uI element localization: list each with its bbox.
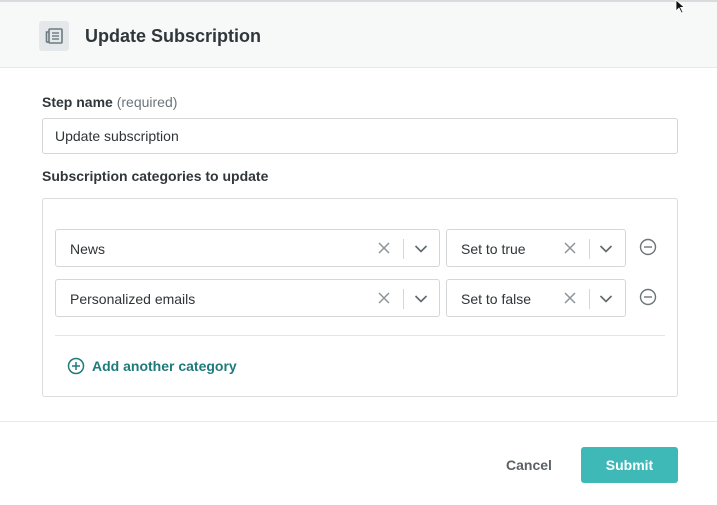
category-select-value: Personalized emails	[70, 291, 196, 307]
clear-icon[interactable]	[563, 241, 577, 255]
categories-box: News Set to true Personalized emails Set…	[42, 198, 678, 397]
update-subscription-modal: Update Subscription Step name (required)…	[0, 0, 717, 505]
chevron-down-icon[interactable]	[599, 292, 613, 306]
step-name-label: Step name (required)	[42, 94, 177, 110]
remove-row-icon[interactable]	[639, 238, 657, 256]
categories-label: Subscription categories to update	[42, 168, 269, 184]
step-name-label-text: Step name	[42, 94, 113, 110]
plus-circle-icon	[67, 357, 85, 375]
category-select-value: News	[70, 241, 106, 257]
chevron-down-icon[interactable]	[599, 242, 613, 256]
clear-icon[interactable]	[563, 291, 577, 305]
step-name-input[interactable]	[42, 118, 678, 154]
add-category-button[interactable]: Add another category	[67, 356, 237, 376]
select-separator	[589, 239, 590, 259]
cancel-button[interactable]: Cancel	[493, 447, 565, 483]
newspaper-icon	[39, 21, 69, 51]
modal-title: Update Subscription	[85, 26, 262, 46]
divider	[55, 335, 665, 336]
category-select-news[interactable]: News	[55, 229, 440, 267]
select-separator	[403, 239, 404, 259]
action-select-value: Set to false	[461, 291, 532, 307]
chevron-down-icon[interactable]	[414, 242, 428, 256]
select-separator	[403, 289, 404, 309]
modal-header: Update Subscription	[0, 0, 717, 68]
category-select-personalized-emails[interactable]: Personalized emails	[55, 279, 440, 317]
footer-divider	[0, 421, 717, 422]
clear-icon[interactable]	[377, 241, 391, 255]
action-select-personalized-emails[interactable]: Set to false	[446, 279, 626, 317]
clear-icon[interactable]	[377, 291, 391, 305]
required-hint: (required)	[116, 94, 178, 110]
chevron-down-icon[interactable]	[414, 292, 428, 306]
add-category-label: Add another category	[92, 358, 237, 374]
remove-row-icon[interactable]	[639, 288, 657, 306]
submit-button[interactable]: Submit	[581, 447, 678, 483]
action-select-news[interactable]: Set to true	[446, 229, 626, 267]
select-separator	[589, 289, 590, 309]
action-select-value: Set to true	[461, 241, 526, 257]
mouse-cursor-icon	[675, 0, 686, 14]
